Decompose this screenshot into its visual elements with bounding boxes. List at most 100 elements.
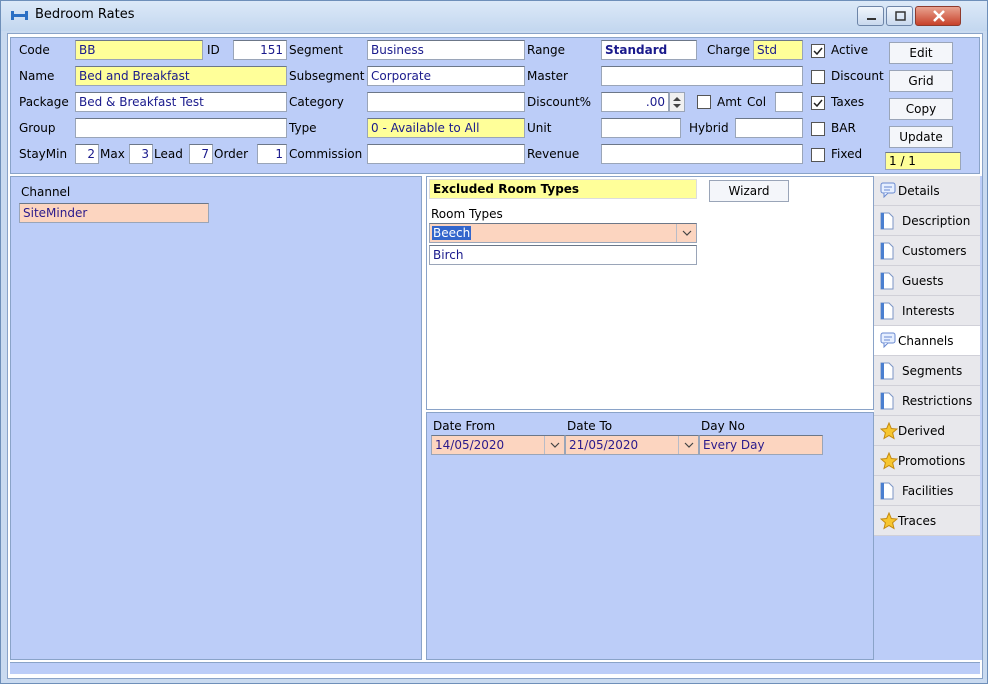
date-from-label: Date From — [433, 419, 496, 433]
grid-button[interactable]: Grid — [889, 70, 953, 92]
excluded-room-types-panel: Excluded Room Types Wizard Room Types Be… — [426, 176, 874, 410]
date-from-value: 14/05/2020 — [435, 438, 505, 452]
unit-field[interactable] — [601, 118, 681, 138]
charge-field[interactable]: Std — [753, 40, 803, 60]
col-label: Col — [747, 95, 767, 109]
tab-label: Facilities — [902, 484, 954, 498]
tab-promotions[interactable]: Promotions — [874, 446, 980, 476]
edit-button[interactable]: Edit — [889, 42, 953, 64]
category-field[interactable] — [367, 92, 525, 112]
date-to-field[interactable]: 21/05/2020 — [565, 435, 699, 455]
code-field[interactable]: BB — [75, 40, 203, 60]
discount-spinner[interactable] — [669, 92, 685, 112]
channel-row[interactable]: SiteMinder — [19, 203, 209, 223]
master-field[interactable] — [601, 66, 803, 86]
amt-checkbox[interactable] — [697, 95, 711, 109]
category-label: Category — [289, 95, 344, 109]
type-field[interactable]: 0 - Available to All — [367, 118, 525, 138]
max-field[interactable]: 3 — [129, 144, 153, 164]
tab-label: Description — [902, 214, 971, 228]
bedroom-rates-window: Bedroom Rates Code BB ID 151 Name Bed an… — [0, 0, 988, 684]
page-icon — [880, 392, 894, 410]
rate-header-form: Code BB ID 151 Name Bed and Breakfast Pa… — [10, 37, 980, 174]
tab-label: Restrictions — [902, 394, 973, 408]
chevron-down-icon[interactable] — [676, 224, 696, 242]
checkmark-icon — [813, 99, 823, 108]
checkbox-label: Discount — [831, 69, 884, 83]
staymin-field[interactable]: 2 — [75, 144, 99, 164]
copy-button[interactable]: Copy — [889, 98, 953, 120]
title-bar: Bedroom Rates — [1, 1, 987, 31]
tab-guests[interactable]: Guests — [874, 266, 980, 296]
spinner-arrows-icon — [673, 97, 681, 108]
tab-interests[interactable]: Interests — [874, 296, 980, 326]
tab-segments[interactable]: Segments — [874, 356, 980, 386]
segment-field[interactable]: Business — [367, 40, 525, 60]
excluded-title: Excluded Room Types — [429, 179, 697, 199]
name-field[interactable]: Bed and Breakfast — [75, 66, 287, 86]
checkbox-bar[interactable] — [811, 122, 825, 136]
checkbox-fixed[interactable] — [811, 148, 825, 162]
wizard-button[interactable]: Wizard — [709, 180, 789, 202]
range-field[interactable]: Standard — [601, 40, 697, 60]
id-field[interactable]: 151 — [233, 40, 287, 60]
group-field[interactable] — [75, 118, 287, 138]
master-label: Master — [527, 69, 568, 83]
tab-label: Traces — [898, 514, 937, 528]
tab-label: Promotions — [898, 454, 966, 468]
commission-label: Commission — [289, 147, 363, 161]
tab-details[interactable]: Details — [874, 176, 980, 206]
room-type-row-birch[interactable]: Birch — [429, 245, 697, 265]
tab-channels[interactable]: Channels — [874, 326, 980, 356]
subsegment-label: Subsegment — [289, 69, 365, 83]
group-label: Group — [19, 121, 56, 135]
discount-pct-field[interactable]: .00 — [601, 92, 669, 112]
order-field[interactable]: 1 — [257, 144, 287, 164]
commission-field[interactable] — [367, 144, 525, 164]
revenue-field[interactable] — [601, 144, 803, 164]
checkbox-discount[interactable] — [811, 70, 825, 84]
lead-label: Lead — [154, 147, 183, 161]
chat-doc-icon — [880, 182, 896, 200]
chevron-down-icon[interactable] — [544, 436, 564, 454]
room-type-row-beech[interactable]: Beech — [429, 223, 697, 243]
segment-label: Segment — [289, 43, 343, 57]
hybrid-field[interactable] — [735, 118, 803, 138]
tab-description[interactable]: Description — [874, 206, 980, 236]
close-button[interactable] — [915, 6, 961, 26]
tab-label: Segments — [902, 364, 963, 378]
day-no-field[interactable]: Every Day — [699, 435, 823, 455]
checkbox-active[interactable] — [811, 44, 825, 58]
maximize-button[interactable] — [886, 6, 913, 26]
tab-label: Guests — [902, 274, 944, 288]
channel-panel: Channel SiteMinder — [10, 176, 422, 660]
name-label: Name — [19, 69, 55, 83]
page-icon — [880, 302, 894, 320]
star-icon — [879, 511, 899, 530]
tab-facilities[interactable]: Facilities — [874, 476, 980, 506]
subsegment-field[interactable]: Corporate — [367, 66, 525, 86]
side-tab-bar: Details Description Customers Guests Interes… — [874, 176, 982, 660]
checkbox-label: Fixed — [831, 147, 863, 161]
maximize-icon — [895, 11, 906, 21]
id-label: ID — [207, 43, 220, 57]
package-field[interactable]: Bed & Breakfast Test — [75, 92, 287, 112]
close-icon — [933, 10, 945, 22]
lead-field[interactable]: 7 — [189, 144, 213, 164]
col-field[interactable] — [775, 92, 803, 112]
tab-label: Channels — [898, 334, 954, 348]
tab-derived[interactable]: Derived — [874, 416, 980, 446]
page-icon — [880, 242, 894, 260]
date-range-panel: Date From Date To Day No 14/05/2020 21/0… — [426, 412, 874, 660]
chevron-down-icon[interactable] — [678, 436, 698, 454]
tab-traces[interactable]: Traces — [874, 506, 980, 536]
tab-customers[interactable]: Customers — [874, 236, 980, 266]
checkbox-taxes[interactable] — [811, 96, 825, 110]
chat-doc-icon — [880, 332, 896, 350]
checkbox-label: Active — [831, 43, 869, 57]
star-icon — [879, 421, 899, 440]
update-button[interactable]: Update — [889, 126, 953, 148]
minimize-button[interactable] — [857, 6, 884, 26]
date-from-field[interactable]: 14/05/2020 — [431, 435, 565, 455]
tab-restrictions[interactable]: Restrictions — [874, 386, 980, 416]
